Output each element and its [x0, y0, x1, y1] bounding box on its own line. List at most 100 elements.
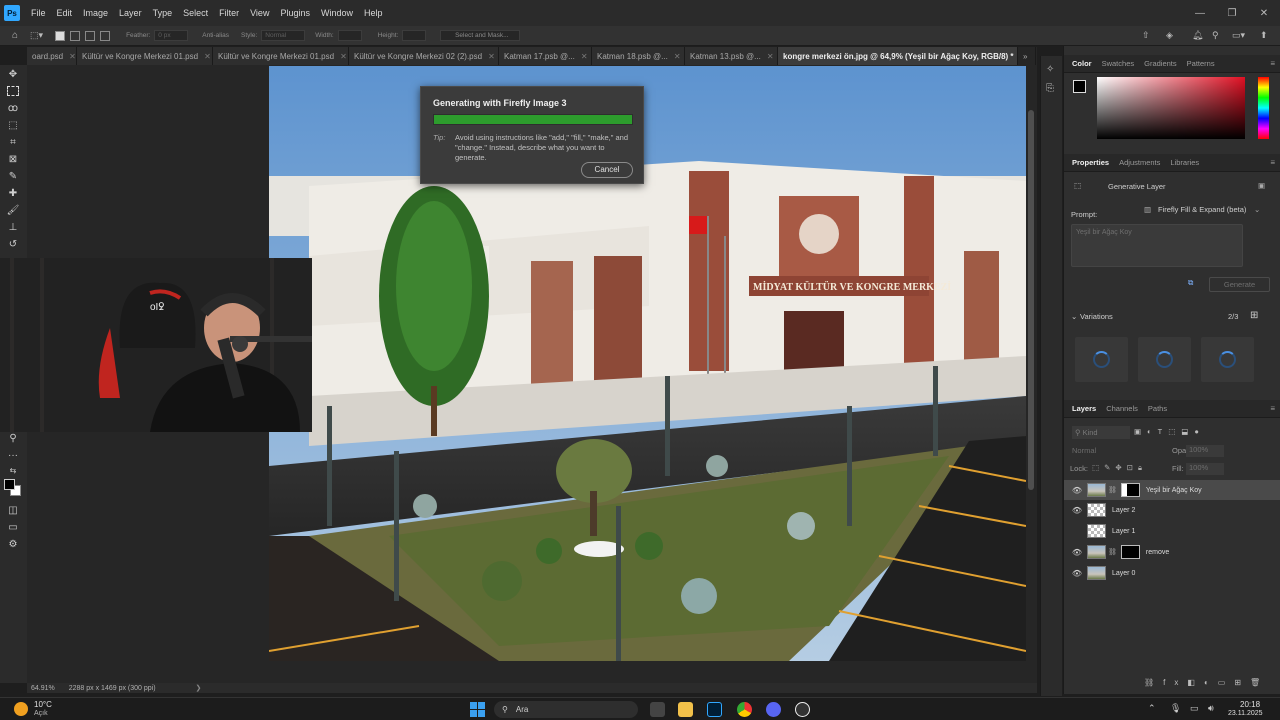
rectangular-marquee-tool-icon[interactable] [7, 86, 19, 96]
close-icon[interactable]: ✕ [767, 52, 774, 61]
photoshop-taskbar-icon[interactable] [707, 702, 722, 717]
quick-mask-icon[interactable]: ◫ [6, 505, 20, 517]
panel-menu-icon[interactable]: ≡ [1270, 158, 1275, 167]
tab-properties[interactable]: Properties [1072, 158, 1109, 167]
reference-image-icon[interactable]: ⧉ [1188, 278, 1193, 288]
brush-tool-icon[interactable]: 🖌︎ [6, 205, 20, 217]
more-tools-icon[interactable]: ··· [6, 450, 20, 462]
tab-document[interactable]: Kültür ve Kongre Merkezi 01.psd ✕ [213, 47, 349, 65]
fill-field[interactable]: 100% [1186, 463, 1224, 475]
eye-icon[interactable]: 👁︎ [1070, 506, 1084, 515]
layer-name[interactable]: remove [1146, 549, 1169, 556]
crop-tool-icon[interactable]: ⌗ [6, 137, 20, 149]
generative-ai-icon[interactable]: ✧ [1046, 64, 1054, 75]
obs-icon[interactable] [795, 702, 810, 717]
foreground-color-swatch[interactable] [4, 479, 15, 490]
model-select[interactable]: Firefly Fill & Expand (beta) [1158, 205, 1246, 214]
menu-select[interactable]: Select [183, 8, 208, 18]
frame-tool-icon[interactable]: ⊠ [6, 154, 20, 166]
screen-mode-icon[interactable]: ▭ [6, 522, 20, 534]
photoshop-logo-icon[interactable]: Ps [4, 5, 20, 21]
menu-image[interactable]: Image [83, 8, 108, 18]
tab-document[interactable]: Katman 13.psb @... ✕ [685, 47, 778, 65]
move-tool-icon[interactable]: ✥ [6, 69, 20, 81]
new-selection-icon[interactable] [55, 30, 66, 41]
opacity-field[interactable]: 100% [1186, 445, 1224, 457]
layer-row[interactable]: 👁︎ Layer 2 [1064, 500, 1280, 520]
link-icon[interactable]: ⛓︎ [1108, 486, 1117, 494]
discord-icon[interactable] [766, 702, 781, 717]
vertical-scrollbar[interactable] [1028, 110, 1034, 490]
zoom-tool-icon[interactable]: ⚲ [6, 433, 20, 445]
menu-type[interactable]: Type [153, 8, 173, 18]
tab-document[interactable]: Kültür ve Kongre Merkezi 02 (2).psd ✕ [349, 47, 499, 65]
intersect-selection-icon[interactable] [100, 30, 111, 41]
notifications-icon[interactable]: 🔔︎ [1192, 30, 1203, 41]
style-select[interactable]: Normal [261, 30, 306, 41]
layer-row[interactable]: 👁︎ Layer 0 [1064, 563, 1280, 583]
menu-plugins[interactable]: Plugins [280, 8, 310, 18]
tab-document[interactable]: Kültür ve Kongre Merkezi 01.psd ✕ [77, 47, 213, 65]
layer-mask-thumbnail[interactable] [1120, 483, 1140, 497]
history-icon[interactable]: ⎘ [1046, 83, 1054, 94]
width-field[interactable] [337, 30, 362, 41]
eyedropper-tool-icon[interactable]: ✎ [6, 171, 20, 183]
lock-options-icons[interactable]: ⬚✎✥⊡🔒︎ [1092, 463, 1147, 473]
height-field[interactable] [402, 30, 427, 41]
clock-date[interactable]: 23.11.2025 [1228, 710, 1263, 717]
close-icon[interactable]: ✕ [674, 52, 681, 61]
generate-button[interactable]: Generate [1209, 277, 1270, 292]
tab-document[interactable]: oard.psd ✕ [27, 47, 77, 65]
taskbar-search[interactable]: ⚲ Ara [494, 701, 638, 718]
edit-toolbar-icon[interactable]: ⚙ [6, 539, 20, 551]
eye-icon[interactable]: 👁︎ [1070, 486, 1084, 495]
layer-name[interactable]: Layer 1 [1112, 528, 1135, 535]
history-brush-tool-icon[interactable]: ↺ [6, 239, 20, 251]
close-icon[interactable]: ✕ [1248, 8, 1280, 19]
task-view-icon[interactable] [650, 702, 665, 717]
status-menu-icon[interactable]: ❯ [196, 684, 202, 692]
blend-mode-select[interactable]: Normal [1072, 446, 1152, 455]
prompt-input[interactable]: Yeşil bir Ağaç Koy [1071, 224, 1243, 267]
eye-hidden-icon[interactable]: 👁︎ [1070, 527, 1084, 536]
hue-slider[interactable] [1258, 77, 1269, 139]
display-icon[interactable]: ▭ [1190, 703, 1199, 714]
search-icon[interactable]: ⚲ [1212, 30, 1219, 41]
chrome-icon[interactable] [737, 702, 752, 717]
restore-icon[interactable]: ❐ [1216, 8, 1248, 19]
close-icon[interactable]: ✕ [581, 52, 588, 61]
file-explorer-icon[interactable] [678, 702, 693, 717]
menu-window[interactable]: Window [321, 8, 353, 18]
close-icon[interactable]: ✕ [204, 52, 211, 61]
close-icon[interactable]: ✕ [69, 52, 76, 61]
tab-layers[interactable]: Layers [1072, 404, 1096, 413]
eye-icon[interactable]: 👁︎ [1070, 548, 1084, 557]
menu-file[interactable]: File [31, 8, 46, 18]
marquee-preset-icon[interactable]: ⬚▾ [30, 30, 43, 41]
layer-row[interactable]: 👁︎ Layer 1 [1064, 521, 1280, 541]
chevron-down-icon[interactable]: ⌄ [1071, 312, 1077, 321]
tab-active-document[interactable]: kongre merkezi ön.jpg @ 64,9% (Yeşil bir… [778, 47, 1018, 65]
variation-thumbnail[interactable] [1138, 337, 1191, 382]
healing-brush-tool-icon[interactable]: ✚ [6, 188, 20, 200]
tab-adjustments[interactable]: Adjustments [1119, 158, 1160, 167]
layer-row[interactable]: 👁︎ ⛓︎ remove [1064, 542, 1280, 562]
subtract-selection-icon[interactable] [85, 30, 96, 41]
layer-kind-filter[interactable]: ⚲ Kind [1072, 426, 1130, 439]
tab-libraries[interactable]: Libraries [1170, 158, 1199, 167]
clock-time[interactable]: 20:18 [1240, 700, 1260, 709]
tab-paths[interactable]: Paths [1148, 404, 1167, 413]
variation-thumbnail[interactable] [1075, 337, 1128, 382]
eye-icon[interactable]: 👁︎ [1070, 569, 1084, 578]
chevron-down-icon[interactable]: ⌄ [1254, 205, 1260, 214]
menu-edit[interactable]: Edit [57, 8, 73, 18]
swap-colors-icon[interactable]: ⇆ [6, 465, 20, 477]
layer-mask-thumbnail[interactable] [1120, 545, 1140, 559]
panel-menu-icon[interactable]: ≡ [1270, 404, 1275, 413]
share-document-icon[interactable]: ⬆ [1260, 30, 1268, 41]
anti-alias-checkbox[interactable]: Anti-alias [202, 32, 229, 39]
link-icon[interactable]: ⛓︎ [1108, 548, 1117, 556]
layer-name[interactable]: Layer 2 [1112, 507, 1135, 514]
home-icon[interactable]: ⌂ [12, 30, 18, 41]
feather-field[interactable]: 0 px [154, 30, 189, 41]
